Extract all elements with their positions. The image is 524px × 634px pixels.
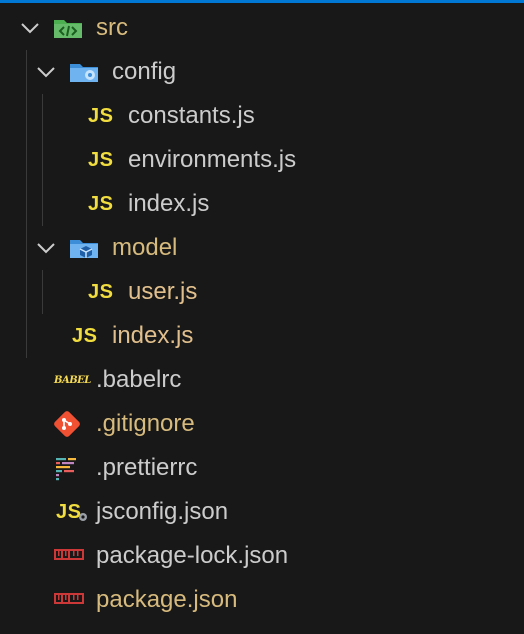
tree-item-label: package-lock.json [96, 542, 289, 569]
tree-item-label: constants.js [128, 102, 255, 129]
tree-item-label: index.js [112, 322, 194, 349]
tree-item-label: environments.js [128, 146, 297, 173]
jsconfig-icon: JS [56, 498, 89, 526]
tree-item-environments-js[interactable]: JS environments.js [0, 138, 524, 182]
tree-item-jsconfig-json[interactable]: JS jsconfig.json [0, 490, 524, 534]
tree-item-constants-js[interactable]: JS constants.js [0, 94, 524, 138]
tree-item-label: .prettierrc [96, 454, 198, 481]
babel-icon: BABEL [54, 374, 91, 386]
folder-config-icon [68, 58, 100, 86]
npm-icon [54, 542, 84, 570]
js-icon: JS [88, 104, 114, 127]
js-icon: JS [88, 280, 114, 303]
tree-item-model-folder[interactable]: model [0, 226, 524, 270]
chevron-down-icon[interactable] [32, 234, 60, 262]
chevron-down-icon[interactable] [16, 14, 44, 42]
tree-item-label: user.js [128, 278, 198, 305]
folder-model-icon [68, 234, 100, 262]
npm-icon [54, 586, 84, 614]
tree-item-label: jsconfig.json [96, 498, 229, 525]
tree-item-src-folder[interactable]: src [0, 6, 524, 50]
tree-item-label: .gitignore [96, 410, 195, 437]
tree-item-config-index-js[interactable]: JS index.js [0, 182, 524, 226]
tree-item-label: .babelrc [96, 366, 182, 393]
js-icon: JS [88, 148, 114, 171]
tree-item-src-index-js[interactable]: JS index.js [0, 314, 524, 358]
js-icon: JS [72, 324, 98, 347]
file-explorer: src config JS constants.js JS environmen… [0, 0, 524, 634]
git-icon [52, 410, 82, 438]
tree-item-label: src [96, 14, 128, 41]
tree-item-label: config [112, 58, 177, 85]
tree-item-babelrc[interactable]: BABEL .babelrc [0, 358, 524, 402]
tree-item-user-js[interactable]: JS user.js [0, 270, 524, 314]
prettier-icon [54, 454, 80, 482]
tree-item-label: model [112, 234, 178, 261]
tree-item-package-lock-json[interactable]: package-lock.json [0, 534, 524, 578]
tree-item-prettierrc[interactable]: .prettierrc [0, 446, 524, 490]
tree-item-label: index.js [128, 190, 210, 217]
js-icon: JS [88, 192, 114, 215]
tree-item-package-json[interactable]: package.json [0, 578, 524, 622]
tree-item-label: package.json [96, 586, 238, 613]
tree-item-config-folder[interactable]: config [0, 50, 524, 94]
folder-src-icon [52, 14, 84, 42]
tree-item-gitignore[interactable]: .gitignore [0, 402, 524, 446]
chevron-down-icon[interactable] [32, 58, 60, 86]
